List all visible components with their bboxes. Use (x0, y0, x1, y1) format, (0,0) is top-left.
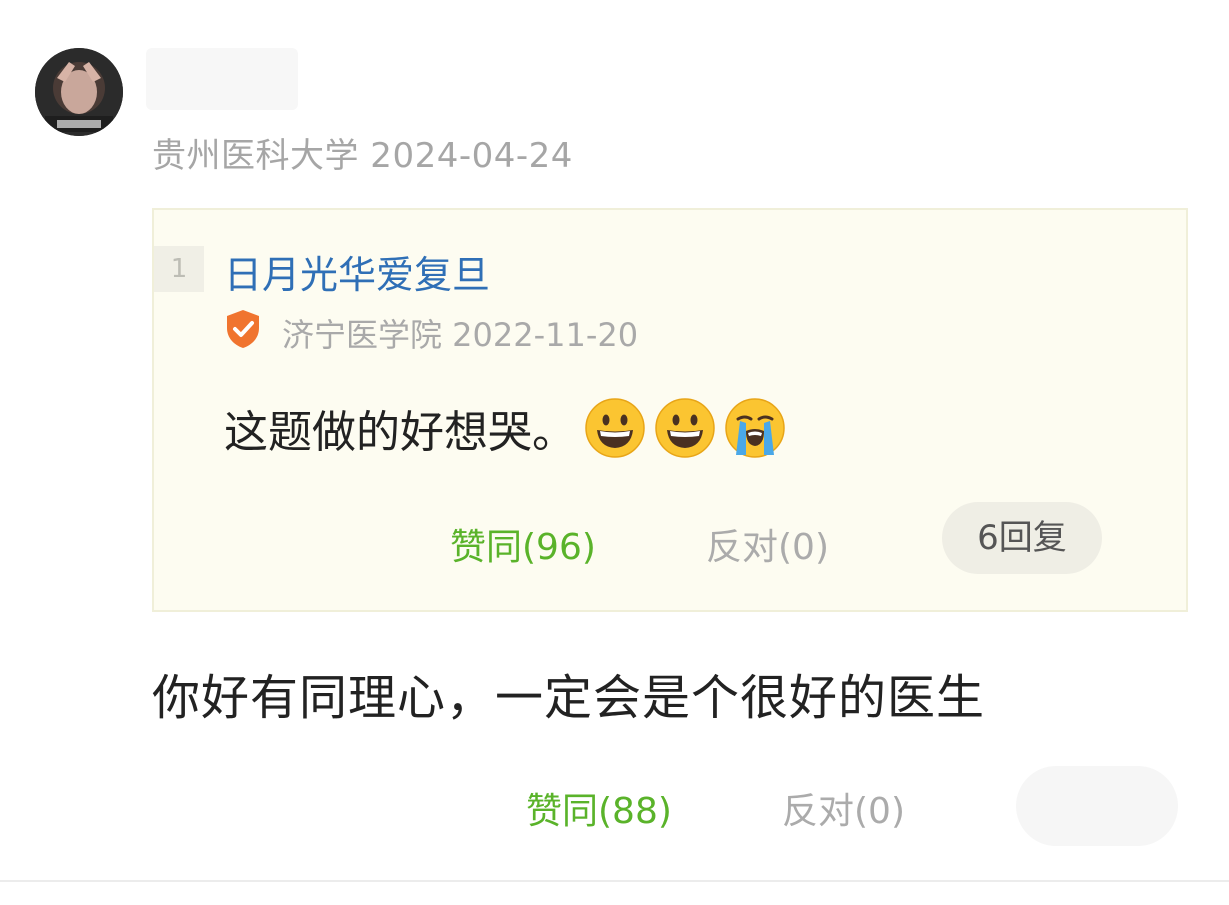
reply-button-blurred[interactable] (1016, 766, 1178, 846)
floor-number: 1 (154, 246, 204, 292)
quoted-username[interactable]: 日月光华爱复旦 (224, 244, 490, 299)
comment-screen: 贵州医科大学 2024-04-24 1 日月光华爱复旦 济宁医学院 2022-1… (0, 0, 1229, 905)
grinning-face-icon (585, 398, 645, 458)
quoted-author-meta: 济宁医学院 2022-11-20 (282, 316, 639, 354)
quoted-replies-button[interactable]: 6回复 (942, 502, 1102, 574)
quoted-comment[interactable]: 1 日月光华爱复旦 济宁医学院 2022-11-20 这题做的好想哭。 赞同(9… (152, 208, 1188, 612)
comment-text: 你好有同理心，一定会是个很好的医生 (152, 670, 986, 726)
quoted-text-content: 这题做的好想哭。 (224, 407, 576, 458)
grinning-face-icon (655, 398, 715, 458)
oppose-button[interactable]: 反对(0) (782, 782, 905, 834)
comment-author-meta: 贵州医科大学 2024-04-24 (152, 136, 573, 176)
quoted-agree-button[interactable]: 赞同(96) (450, 518, 596, 570)
quoted-text: 这题做的好想哭。 (224, 396, 786, 460)
quoted-oppose-button[interactable]: 反对(0) (706, 518, 829, 570)
agree-button[interactable]: 赞同(88) (526, 782, 672, 834)
quoted-actions: 赞同(96) 反对(0) 6回复 (154, 502, 1186, 574)
avatar[interactable] (35, 48, 123, 136)
divider (0, 880, 1229, 882)
username-blurred (146, 48, 298, 110)
shield-check-icon (227, 310, 259, 348)
loudly-crying-face-icon (725, 398, 785, 458)
avatar-image (35, 48, 123, 136)
